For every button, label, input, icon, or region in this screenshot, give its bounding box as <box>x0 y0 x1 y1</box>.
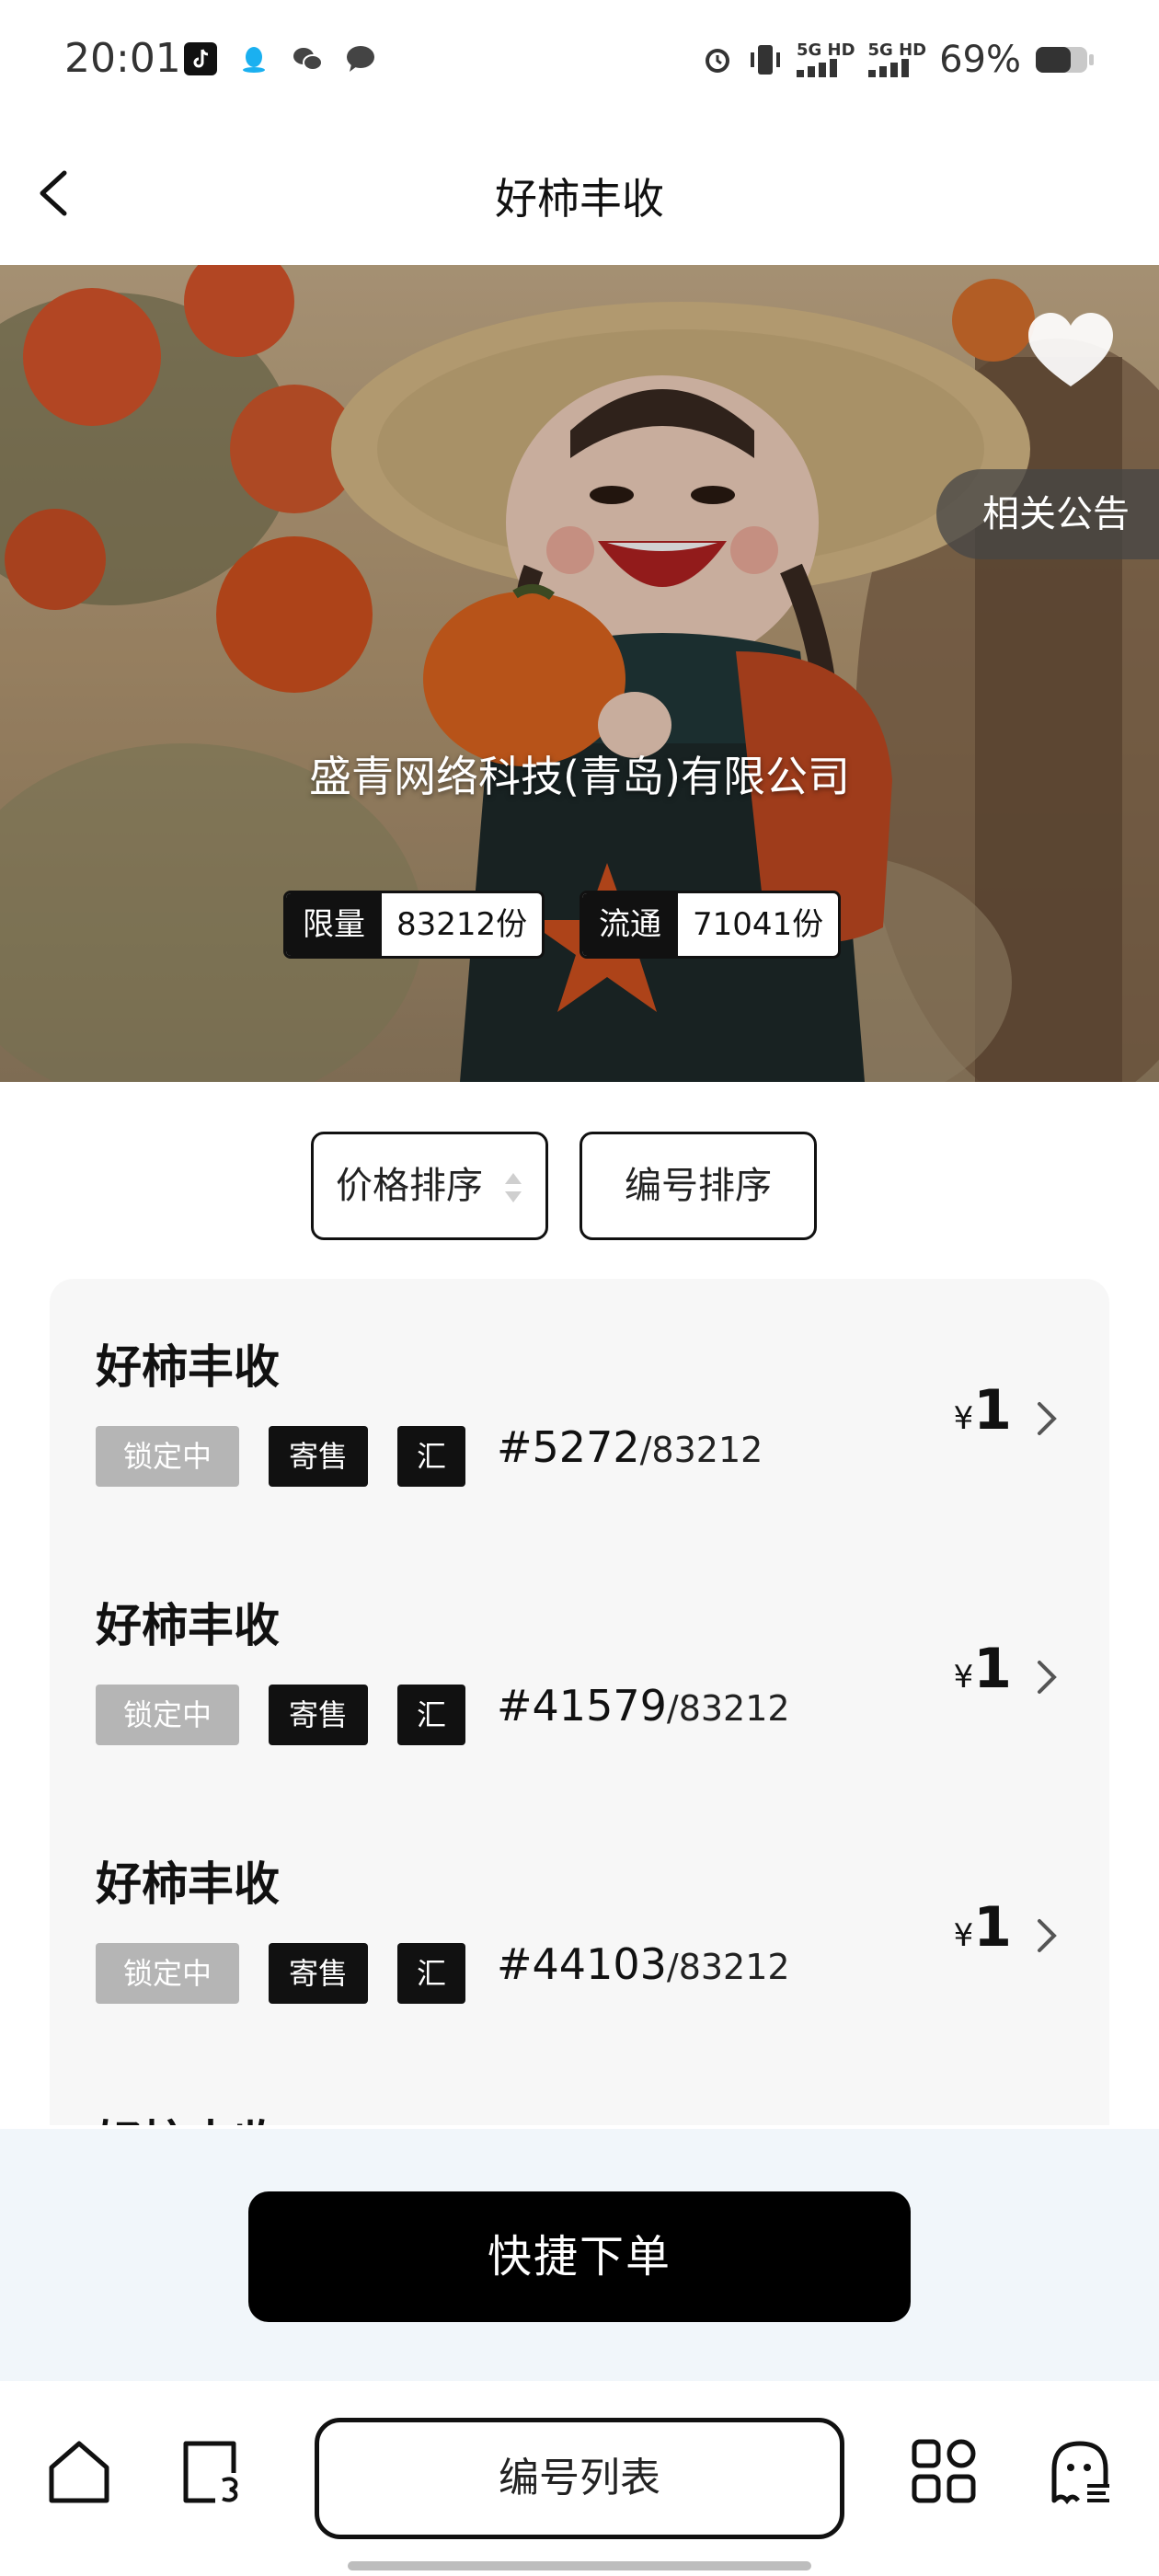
circulation-label: 流通 <box>582 893 678 956</box>
status-app-icons <box>184 42 377 75</box>
notice-button[interactable]: 相关公告 <box>936 469 1159 559</box>
serial-total: /83212 <box>639 1430 763 1470</box>
list-item[interactable]: 好柿丰收 <box>50 2054 1109 2125</box>
wechat-icon <box>293 48 323 71</box>
serial-total: /83212 <box>666 1688 790 1729</box>
network-indicator-2: 5G HD <box>867 42 926 77</box>
item-title: 好柿丰收 <box>96 2106 280 2125</box>
item-number: #44103/83212 <box>497 1939 790 1989</box>
sort-price-button[interactable]: 价格排序 <box>311 1132 548 1240</box>
qq-icon <box>243 47 265 73</box>
page-title: 好柿丰收 <box>495 174 664 224</box>
circulation-stat: 流通 71041份 <box>580 891 842 959</box>
serial-number: #41579 <box>497 1681 667 1731</box>
item-title: 好柿丰收 <box>96 1857 280 1911</box>
item-price: ¥1 <box>954 1895 1012 1960</box>
consign-tag: 寄售 <box>269 1426 368 1487</box>
consign-tag: 寄售 <box>269 1685 368 1745</box>
item-number: #41579/83212 <box>497 1681 790 1731</box>
item-price: ¥1 <box>954 1378 1012 1443</box>
item-title: 好柿丰收 <box>96 1340 280 1394</box>
issuer-name: 盛青网络科技(青岛)有限公司 <box>309 752 850 801</box>
sort-arrows-icon <box>505 1173 522 1202</box>
list-item[interactable]: 好柿丰收 锁定中 寄售 汇 #41579/83212 ¥1 <box>50 1537 1109 1795</box>
signal-icon <box>867 59 909 77</box>
hero-banner: 相关公告 盛青网络科技(青岛)有限公司 限量 83212份 流通 71041份 <box>0 265 1159 1082</box>
serial-number: #44103 <box>497 1939 667 1989</box>
home-indicator <box>348 2561 811 2570</box>
locked-tag: 锁定中 <box>96 1943 239 2004</box>
price-value: 1 <box>973 1637 1012 1701</box>
hui-tag: 汇 <box>397 1685 465 1745</box>
status-bar: 20:01 5G HD 5G HD 69% <box>0 0 1159 125</box>
quick-order-area: 快捷下单 <box>0 2129 1159 2381</box>
limit-label: 限量 <box>286 893 382 956</box>
locked-tag: 锁定中 <box>96 1426 239 1487</box>
consign-tag: 寄售 <box>269 1943 368 2004</box>
hui-tag: 汇 <box>397 1426 465 1487</box>
nav-bar: 好柿丰收 <box>0 138 1159 248</box>
status-time: 20:01 <box>64 35 181 82</box>
item-list[interactable]: 好柿丰收 锁定中 寄售 汇 #5272/83212 ¥1 好柿丰收 锁定中 寄售… <box>50 1279 1109 2125</box>
item-title: 好柿丰收 <box>96 1599 280 1652</box>
quick-order-button[interactable]: 快捷下单 <box>248 2191 911 2322</box>
currency-symbol: ¥ <box>953 1659 974 1696</box>
limit-stat: 限量 83212份 <box>283 891 545 959</box>
douyin-icon <box>184 42 217 75</box>
number-list-button[interactable]: 编号列表 <box>315 2418 844 2539</box>
alarm-icon <box>705 49 729 73</box>
list-item[interactable]: 好柿丰收 锁定中 寄售 汇 #44103/83212 ¥1 <box>50 1796 1109 2053</box>
chevron-right-icon <box>1038 1402 1057 1435</box>
ghost-profile-icon[interactable] <box>1045 2436 1115 2506</box>
home-icon[interactable] <box>44 2436 114 2506</box>
list-item[interactable]: 好柿丰收 锁定中 寄售 汇 #5272/83212 ¥1 <box>50 1279 1109 1536</box>
serial-total: /83212 <box>666 1947 790 1987</box>
price-value: 1 <box>973 1378 1012 1443</box>
currency-symbol: ¥ <box>953 1400 974 1437</box>
chevron-right-icon <box>1038 1919 1057 1952</box>
sort-price-label: 价格排序 <box>336 1165 483 1207</box>
circulation-value: 71041份 <box>693 906 824 943</box>
item-number: #5272/83212 <box>497 1422 763 1472</box>
locked-tag: 锁定中 <box>96 1685 239 1745</box>
battery-percent: 69% <box>939 39 1021 81</box>
sort-number-label: 编号排序 <box>625 1165 772 1207</box>
item-price: ¥1 <box>954 1637 1012 1701</box>
bottom-nav: 编号列表 <box>0 2381 1159 2576</box>
network-indicator-1: 5G HD <box>796 42 855 77</box>
vibrate-icon <box>750 45 780 75</box>
stack-icon[interactable] <box>178 2436 248 2506</box>
price-value: 1 <box>973 1895 1012 1960</box>
hui-tag: 汇 <box>397 1943 465 2004</box>
hero-illustration <box>0 265 1159 1082</box>
chevron-right-icon <box>1038 1661 1057 1694</box>
message-icon <box>347 46 374 72</box>
signal-icon <box>796 59 837 77</box>
battery-icon <box>1036 47 1094 73</box>
heart-icon[interactable] <box>1027 311 1115 390</box>
currency-symbol: ¥ <box>953 1917 974 1954</box>
serial-number: #5272 <box>497 1422 640 1472</box>
apps-grid-icon[interactable] <box>909 2436 979 2506</box>
status-right: 5G HD 5G HD 69% <box>701 39 1095 81</box>
sort-number-button[interactable]: 编号排序 <box>580 1132 817 1240</box>
limit-value: 83212份 <box>396 906 528 943</box>
